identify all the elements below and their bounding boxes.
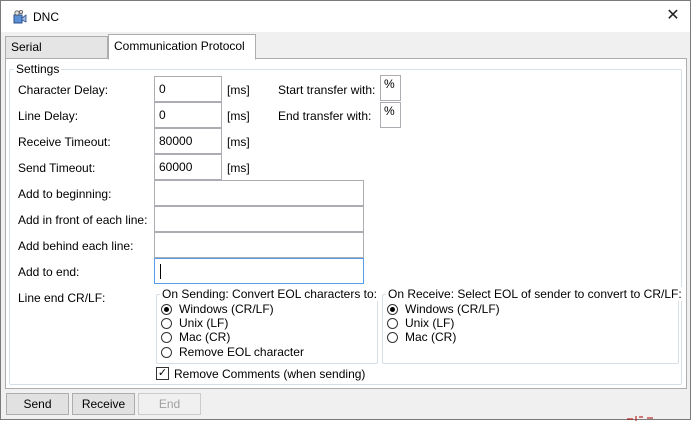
line-end-label: Line end CR/LF: bbox=[18, 291, 106, 305]
end-transfer-input[interactable]: % bbox=[380, 102, 401, 128]
sending-windows-label: Windows (CR/LF) bbox=[179, 302, 274, 316]
tab-panel-communication-protocol: Settings Character Delay: 0 [ms] Start t… bbox=[5, 58, 687, 389]
add-end-input[interactable] bbox=[154, 258, 364, 284]
on-receive-legend: On Receive: Select EOL of sender to conv… bbox=[386, 287, 684, 301]
receive-mac-label: Mac (CR) bbox=[405, 330, 457, 344]
sending-mac-radio[interactable] bbox=[161, 332, 172, 343]
send-timeout-label: Send Timeout: bbox=[18, 161, 96, 175]
background-fragment-shape bbox=[627, 416, 653, 421]
character-delay-input[interactable]: 0 bbox=[154, 76, 222, 102]
receive-unix-radio[interactable] bbox=[387, 318, 398, 329]
receive-unix-label: Unix (LF) bbox=[405, 316, 455, 330]
tab-serial-connection[interactable]: Serial Connection bbox=[5, 36, 108, 74]
window-title: DNC bbox=[33, 10, 59, 24]
sending-remove-eol-radio[interactable] bbox=[161, 347, 172, 358]
receive-windows-label: Windows (CR/LF) bbox=[405, 302, 500, 316]
add-behind-line-input[interactable] bbox=[154, 232, 364, 258]
send-timeout-unit: [ms] bbox=[227, 161, 250, 175]
text-caret bbox=[160, 264, 161, 280]
dnc-app-icon bbox=[13, 9, 27, 24]
background-fragment bbox=[627, 415, 667, 421]
add-beginning-label: Add to beginning: bbox=[18, 187, 112, 201]
character-delay-label: Character Delay: bbox=[18, 83, 109, 97]
sending-unix-radio[interactable] bbox=[161, 318, 172, 329]
settings-legend: Settings bbox=[14, 62, 62, 76]
end-button: End bbox=[138, 393, 201, 415]
remove-comments-checkbox[interactable]: ✓ bbox=[156, 367, 169, 380]
remove-comments-label: Remove Comments (when sending) bbox=[174, 367, 366, 381]
add-beginning-input[interactable] bbox=[154, 180, 364, 206]
end-transfer-label: End transfer with: bbox=[278, 109, 372, 123]
sending-remove-eol-label: Remove EOL character bbox=[179, 345, 304, 359]
tab-communication-protocol[interactable]: Communication Protocol bbox=[108, 34, 256, 60]
add-front-line-input[interactable] bbox=[154, 206, 364, 232]
receive-timeout-unit: [ms] bbox=[227, 135, 250, 149]
close-icon[interactable]: ✕ bbox=[660, 4, 686, 28]
sending-unix-label: Unix (LF) bbox=[179, 316, 229, 330]
line-delay-label: Line Delay: bbox=[18, 109, 79, 123]
receive-button[interactable]: Receive bbox=[72, 393, 135, 415]
add-behind-line-label: Add behind each line: bbox=[18, 239, 134, 253]
line-delay-unit: [ms] bbox=[227, 109, 250, 123]
title-bar: DNC ✕ bbox=[1, 1, 690, 32]
add-end-label: Add to end: bbox=[18, 265, 80, 279]
receive-timeout-input[interactable]: 80000 bbox=[154, 128, 222, 154]
send-button[interactable]: Send bbox=[6, 393, 69, 415]
start-transfer-label: Start transfer with: bbox=[278, 83, 376, 97]
sending-mac-label: Mac (CR) bbox=[179, 330, 231, 344]
dnc-window: DNC ✕ Serial Connection Communication Pr… bbox=[0, 0, 691, 420]
character-delay-unit: [ms] bbox=[227, 83, 250, 97]
on-sending-legend: On Sending: Convert EOL characters to: bbox=[160, 287, 379, 301]
receive-timeout-label: Receive Timeout: bbox=[18, 135, 111, 149]
sending-windows-radio[interactable] bbox=[161, 304, 172, 315]
receive-windows-radio[interactable] bbox=[387, 304, 398, 315]
add-front-line-label: Add in front of each line: bbox=[18, 213, 148, 227]
line-delay-input[interactable]: 0 bbox=[154, 102, 222, 128]
receive-mac-radio[interactable] bbox=[387, 332, 398, 343]
send-timeout-input[interactable]: 60000 bbox=[154, 154, 222, 180]
start-transfer-input[interactable]: % bbox=[380, 75, 401, 101]
